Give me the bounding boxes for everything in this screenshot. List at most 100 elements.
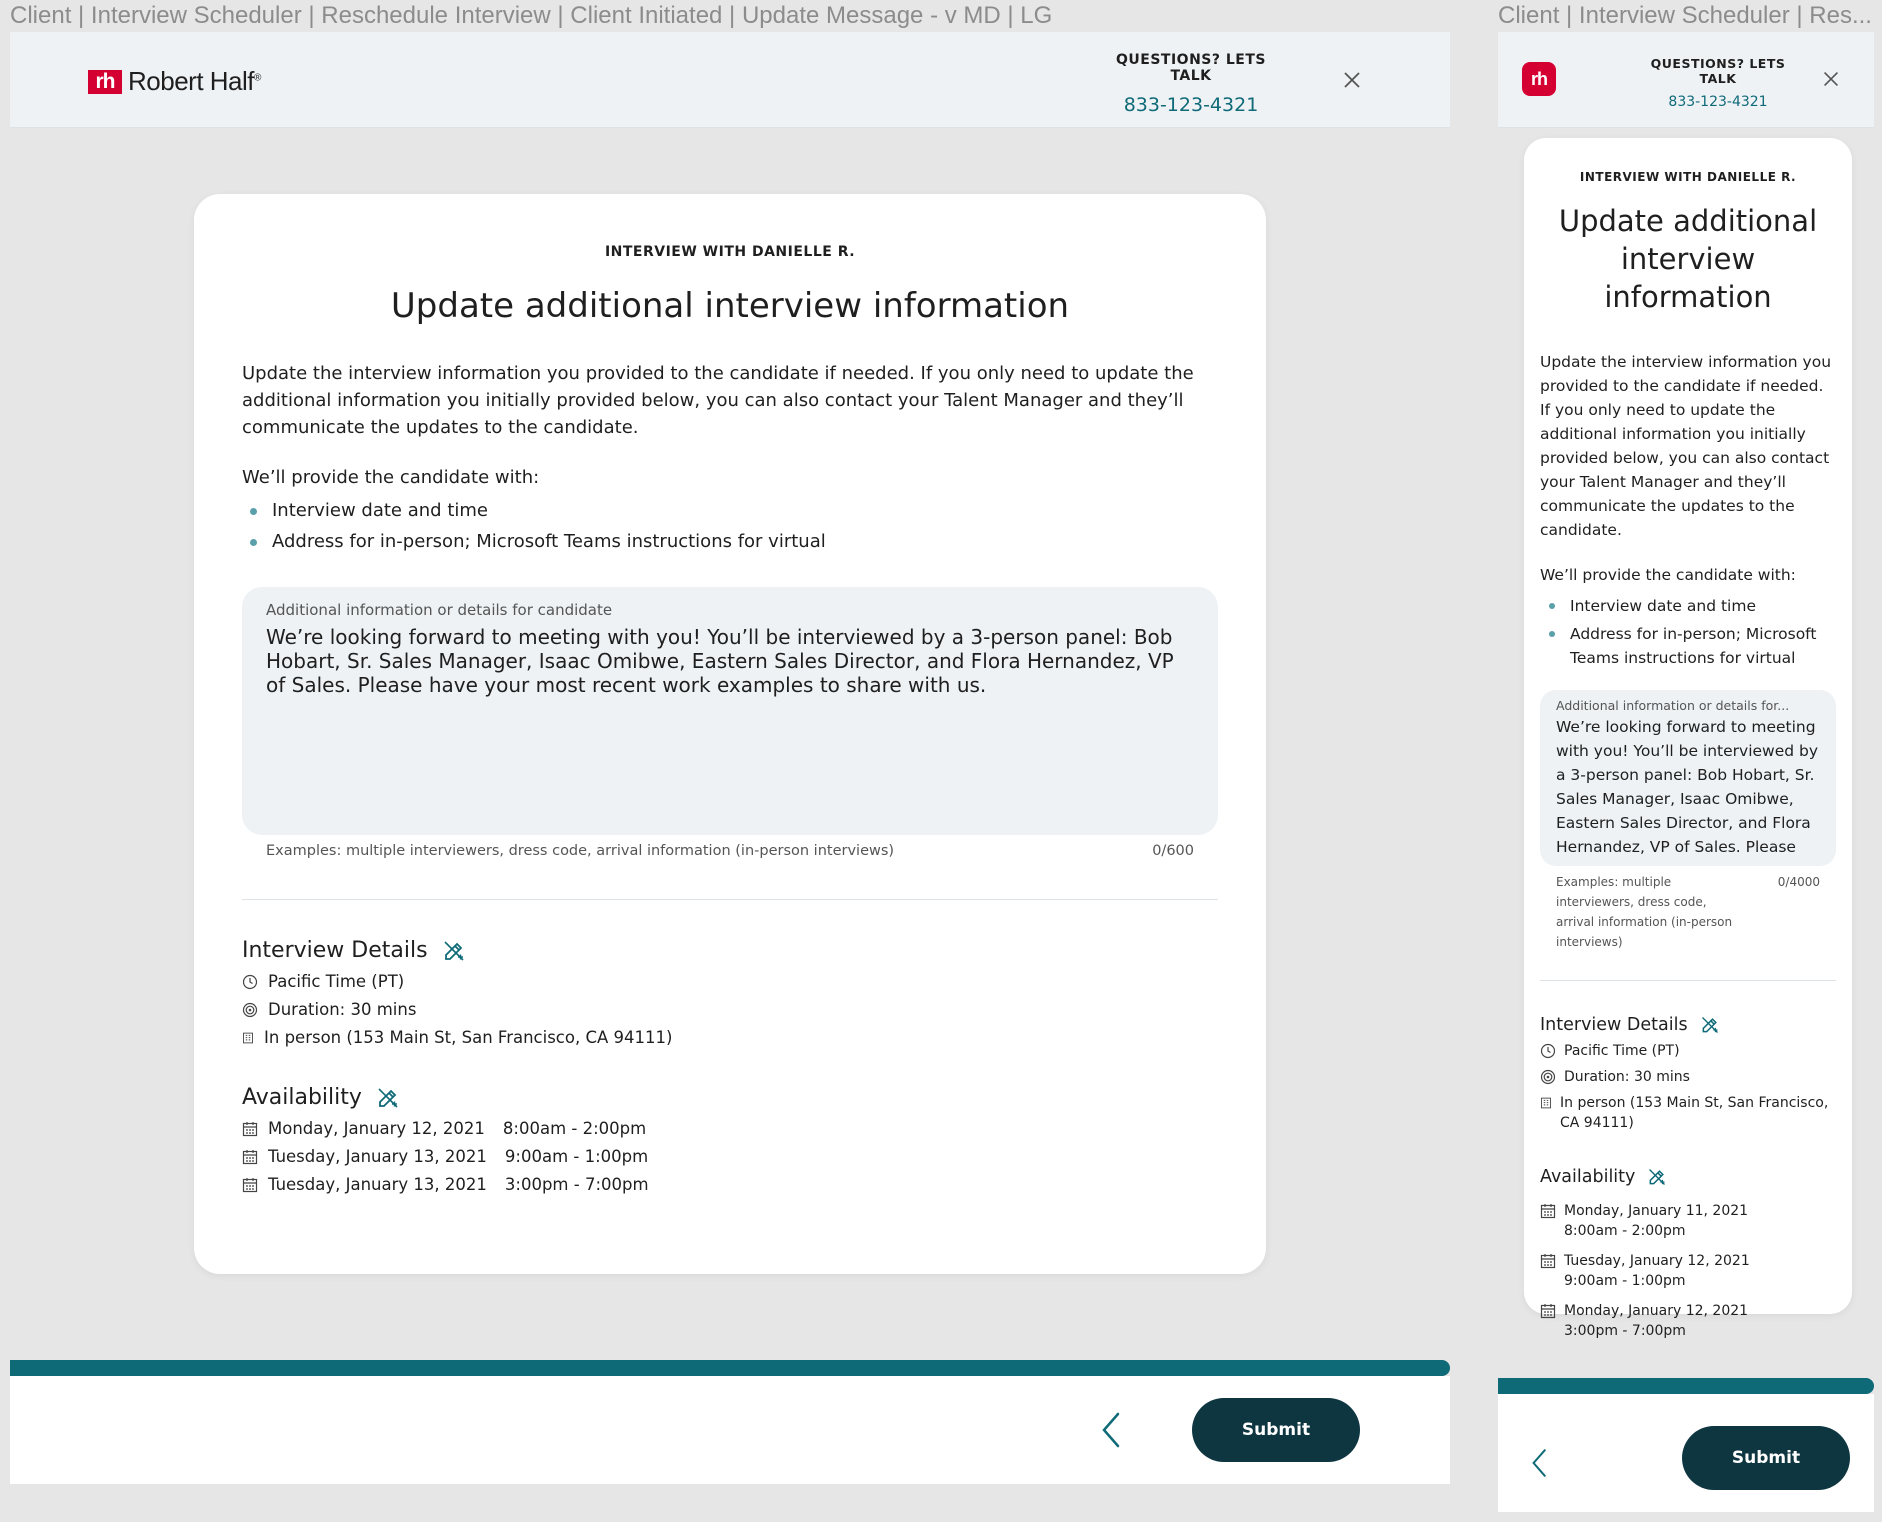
- duration-row: Duration: 30 mins: [1540, 1067, 1836, 1087]
- timezone-text: Pacific Time (PT): [268, 972, 405, 991]
- update-card: INTERVIEW WITH DANIELLE R. Update additi…: [194, 194, 1266, 1274]
- update-card: INTERVIEW WITH DANIELLE R. Update additi…: [1524, 138, 1852, 1339]
- footer: Submit: [1498, 1394, 1874, 1512]
- building-icon: [243, 1032, 253, 1044]
- list-item: Address for in-person; Microsoft Teams i…: [1540, 622, 1836, 670]
- timezone-text: Pacific Time (PT): [1564, 1043, 1680, 1059]
- helper-text: Examples: multiple interviewers, dress c…: [1556, 875, 1733, 949]
- logo-mark: rh: [88, 69, 122, 94]
- divider: [1540, 980, 1836, 981]
- edit-icon: [443, 940, 464, 961]
- close-icon: [1823, 71, 1839, 87]
- clock-icon: [1540, 1043, 1556, 1059]
- slot-block: Tuesday, January 12, 2021 9:00am - 1:00p…: [1564, 1251, 1750, 1291]
- divider: [242, 899, 1218, 900]
- back-button[interactable]: [1092, 1410, 1132, 1450]
- calendar-icon: [242, 1122, 258, 1137]
- frame-md: rh QUESTIONS? LETS TALK 833-123-4321 INT…: [1498, 32, 1874, 1512]
- submit-button[interactable]: Submit: [1192, 1398, 1360, 1462]
- slot-time: 9:00am - 1:00pm: [1564, 1273, 1686, 1289]
- char-counter: 0/4000: [1777, 875, 1820, 889]
- header: rh QUESTIONS? LETS TALK 833-123-4321: [1498, 32, 1874, 128]
- location-text: In person (153 Main St, San Francisco, C…: [264, 1028, 673, 1047]
- edit-interview-details-button[interactable]: [1700, 1015, 1720, 1035]
- slot-date: Monday, January 12, 2021: [1564, 1303, 1749, 1319]
- list-item: Interview date and time: [1540, 594, 1836, 618]
- robert-half-logo[interactable]: rh Robert Half®: [88, 66, 261, 97]
- calendar-icon: [1540, 1304, 1556, 1319]
- calendar-icon: [242, 1150, 258, 1165]
- list-item: Address for in-person; Microsoft Teams i…: [242, 531, 1218, 553]
- back-button[interactable]: [1524, 1446, 1556, 1480]
- close-icon: [1344, 72, 1360, 88]
- textarea-value[interactable]: We’re looking forward to meeting with yo…: [1556, 715, 1820, 859]
- edit-icon: [1701, 1017, 1718, 1033]
- textarea-helper: Examples: multiple interviewers, dress c…: [1540, 872, 1836, 952]
- duration-text: Duration: 30 mins: [268, 1000, 417, 1019]
- slot-time: 3:00pm - 7:00pm: [1564, 1323, 1686, 1339]
- robert-half-logo[interactable]: rh: [1522, 62, 1556, 96]
- provide-list: Interview date and time Address for in-p…: [242, 500, 1218, 553]
- calendar-icon: [1540, 1254, 1556, 1269]
- textarea-value[interactable]: We’re looking forward to meeting with yo…: [266, 625, 1194, 697]
- location-row: In person (153 Main St, San Francisco, C…: [242, 1029, 1218, 1047]
- availability-section: Availability Monday, January 11, 2021 8:…: [1540, 1167, 1836, 1341]
- textarea-helper: Examples: multiple interviewers, dress c…: [242, 843, 1218, 859]
- additional-info-textarea[interactable]: Additional information or details for...…: [1540, 690, 1836, 866]
- slot-time: 9:00am - 1:00pm: [504, 1147, 649, 1166]
- calendar-icon: [1540, 1204, 1556, 1219]
- brand-name: Robert Half: [128, 66, 255, 96]
- contact-label: QUESTIONS? LETS TALK: [1650, 56, 1786, 86]
- edit-icon: [378, 1087, 398, 1108]
- edit-interview-details-button[interactable]: [442, 939, 466, 963]
- availability-slot: Monday, January 12, 2021 8:00am - 2:00pm: [242, 1120, 1218, 1138]
- close-button[interactable]: [1820, 68, 1844, 92]
- frame-title-md: Client | Interview Scheduler | Res...: [1498, 2, 1872, 29]
- availability-heading: Availability: [242, 1085, 1218, 1110]
- interview-details-section: Interview Details Pacific Time (PT) Dura…: [242, 938, 1218, 1047]
- edit-availability-button[interactable]: [1647, 1167, 1667, 1187]
- provide-label: We’ll provide the candidate with:: [242, 467, 540, 488]
- location-row: In person (153 Main St, San Francisco, C…: [1540, 1093, 1836, 1133]
- slot-time: 8:00am - 2:00pm: [502, 1119, 647, 1138]
- contact-block: QUESTIONS? LETS TALK 833-123-4321: [1096, 52, 1286, 116]
- intro-text: Update the interview information you pro…: [242, 363, 1194, 438]
- section-heading: Interview Details: [242, 938, 428, 963]
- availability-slot: Tuesday, January 13, 2021 9:00am - 1:00p…: [242, 1148, 1218, 1166]
- availability-slot: Tuesday, January 13, 2021 3:00pm - 7:00p…: [242, 1176, 1218, 1194]
- slot-date: Monday, January 12, 2021: [268, 1119, 485, 1138]
- logo-wordmark: Robert Half®: [128, 66, 261, 97]
- additional-info-textarea[interactable]: Additional information or details for ca…: [242, 587, 1218, 835]
- calendar-icon: [242, 1178, 258, 1193]
- duration-text: Duration: 30 mins: [1564, 1069, 1690, 1085]
- timezone-row: Pacific Time (PT): [242, 973, 1218, 991]
- progress-bar: [1498, 1378, 1874, 1394]
- interview-details-heading: Interview Details: [242, 938, 1218, 963]
- duration-row: Duration: 30 mins: [242, 1001, 1218, 1019]
- close-button[interactable]: [1340, 68, 1364, 92]
- header: rh Robert Half® QUESTIONS? LETS TALK 833…: [10, 32, 1450, 128]
- chevron-left-icon: [1102, 1412, 1120, 1448]
- location-text: In person (153 Main St, San Francisco, C…: [1560, 1095, 1829, 1131]
- progress-bar: [10, 1360, 1450, 1376]
- contact-block: QUESTIONS? LETS TALK 833-123-4321: [1634, 56, 1802, 110]
- target-icon: [1540, 1069, 1556, 1085]
- textarea-label: Additional information or details for...: [1556, 698, 1790, 713]
- availability-slot: Monday, January 12, 2021 3:00pm - 7:00pm: [1540, 1301, 1836, 1341]
- edit-availability-button[interactable]: [376, 1086, 400, 1110]
- building-icon: [1541, 1097, 1551, 1109]
- phone-link[interactable]: 833-123-4321: [1096, 94, 1286, 116]
- edit-icon: [1649, 1169, 1666, 1185]
- phone-link[interactable]: 833-123-4321: [1634, 94, 1802, 110]
- card-eyebrow: INTERVIEW WITH DANIELLE R.: [604, 244, 856, 260]
- provide-label: We’ll provide the candidate with:: [1540, 566, 1796, 584]
- list-item: Interview date and time: [242, 500, 1218, 522]
- contact-label: QUESTIONS? LETS TALK: [1116, 52, 1266, 84]
- textarea-label: Additional information or details for ca…: [266, 601, 613, 619]
- timezone-row: Pacific Time (PT): [1540, 1041, 1836, 1061]
- submit-button[interactable]: Submit: [1682, 1426, 1850, 1490]
- interview-details-section: Interview Details Pacific Time (PT) Dura…: [1540, 1015, 1836, 1133]
- availability-section: Availability Monday, January 12, 2021 8:…: [242, 1085, 1218, 1194]
- trademark: ®: [254, 72, 261, 84]
- helper-text: Examples: multiple interviewers, dress c…: [266, 843, 895, 859]
